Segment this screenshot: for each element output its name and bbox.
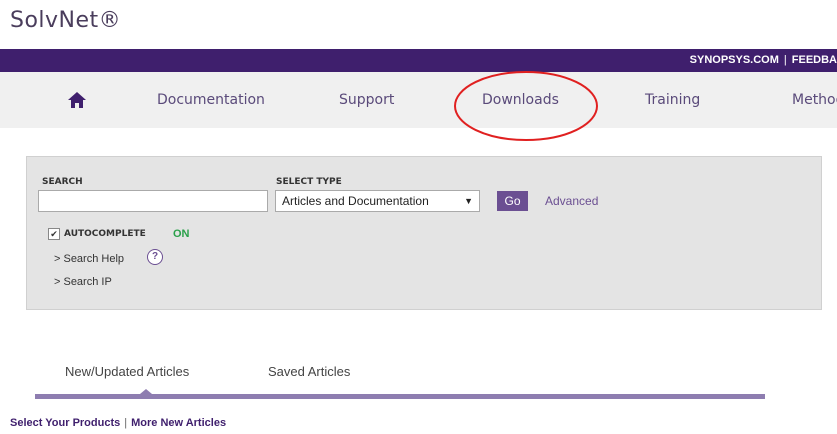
tab-new-updated-articles[interactable]: New/Updated Articles [65,364,189,379]
advanced-search-link[interactable]: Advanced [545,194,598,208]
tab-saved-articles[interactable]: Saved Articles [268,364,350,379]
search-help-link[interactable]: > Search Help [54,253,124,265]
nav-training[interactable]: Training [645,72,700,128]
select-type-value: Articles and Documentation [282,194,429,208]
search-panel: SEARCH SELECT TYPE Articles and Document… [26,156,822,310]
bottom-links: Select Your Products | More New Articles [10,417,226,429]
nav-documentation[interactable]: Documentation [157,72,265,128]
search-ip-link[interactable]: > Search IP [54,276,112,288]
autocomplete-status: ON [173,228,190,240]
dropdown-arrow-icon: ▼ [464,196,473,206]
nav-methodology[interactable]: Method [792,72,837,128]
tab-underline [35,394,765,399]
home-icon[interactable] [68,92,86,108]
search-label: SEARCH [42,177,83,187]
more-new-articles-link[interactable]: More New Articles [131,417,226,429]
go-button[interactable]: Go [497,191,528,211]
solvnet-logo[interactable]: SolvNet® [10,8,121,33]
select-type-label: SELECT TYPE [276,177,342,187]
top-bar: SYNOPSYS.COM | FEEDBA [0,49,837,72]
select-products-link[interactable]: Select Your Products [10,417,120,429]
nav-support[interactable]: Support [339,72,394,128]
help-icon[interactable]: ? [147,249,163,265]
search-input[interactable] [38,190,268,212]
feedback-link[interactable]: FEEDBA [792,54,837,66]
autocomplete-checkbox[interactable]: ✔ [48,228,60,240]
main-nav: Documentation Support Downloads Training… [0,72,837,128]
top-bar-separator: | [783,54,787,66]
nav-downloads[interactable]: Downloads [482,72,559,128]
synopsys-link[interactable]: SYNOPSYS.COM [690,54,779,66]
bottom-links-separator: | [124,417,128,429]
top-bar-links: SYNOPSYS.COM | FEEDBA [690,49,837,72]
autocomplete-label: AUTOCOMPLETE [64,229,146,239]
select-type-dropdown[interactable]: Articles and Documentation ▼ [275,190,480,212]
